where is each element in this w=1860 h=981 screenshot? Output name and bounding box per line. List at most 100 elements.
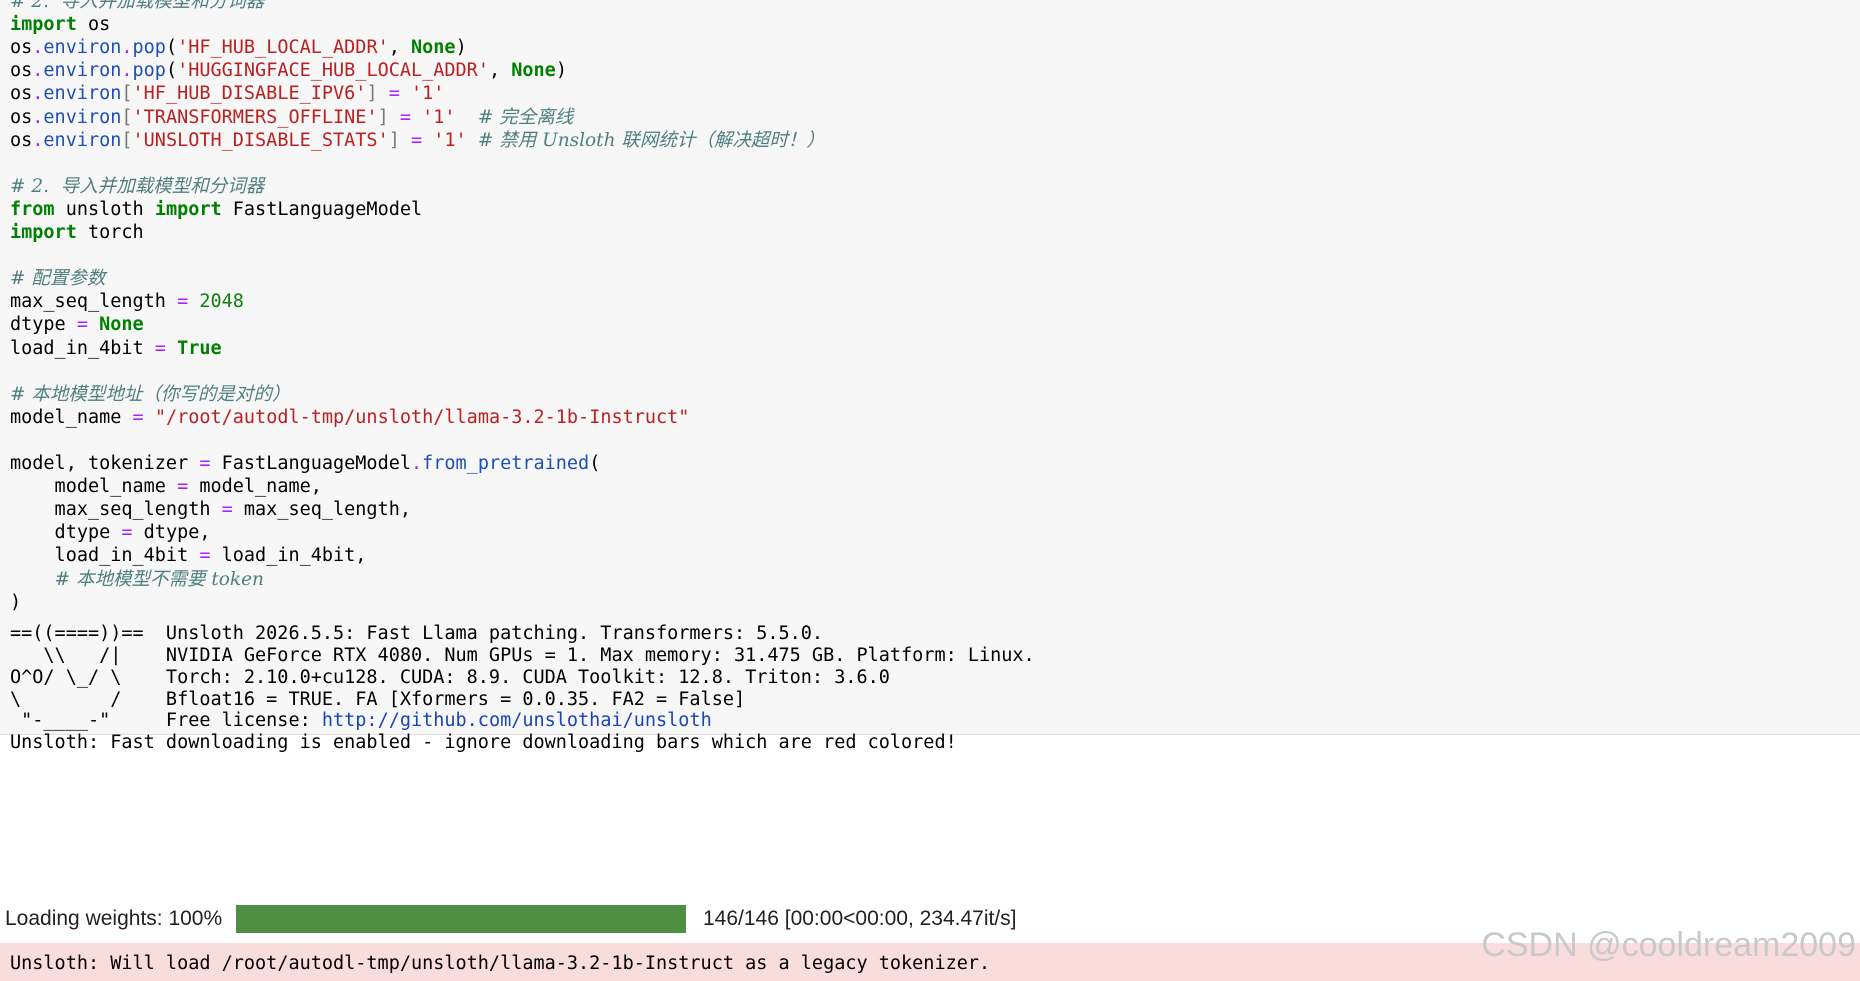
code-token: os [10, 60, 33, 82]
code-token: max_seq_length [10, 499, 222, 521]
code-token: FastLanguageModel [221, 198, 423, 220]
code-token: load_in_4bit, [210, 545, 367, 567]
code-token: = [132, 406, 144, 428]
code-token: = [399, 106, 411, 128]
code-token: import [10, 222, 77, 243]
code-token: environ [43, 60, 122, 82]
code-token: dtype, [132, 522, 211, 544]
code-line: ) [10, 589, 21, 616]
code-token: = [177, 476, 189, 498]
progress-bar [236, 905, 686, 933]
output-line: Unsloth: Fast downloading is enabled - i… [10, 732, 957, 753]
code-token: model, tokenizer [10, 453, 200, 474]
code-token: [ [121, 83, 133, 105]
code-token: environ [43, 129, 122, 151]
code-token: pop [132, 60, 166, 82]
code-token: = [177, 291, 189, 313]
code-token: 'TRANSFORMERS_OFFLINE' [132, 106, 378, 128]
code-line: # 本地模型不需要 token [10, 566, 264, 593]
code-token: . [121, 37, 133, 59]
progress-label: Loading weights: 100% [5, 907, 223, 930]
code-token: = [199, 545, 211, 567]
code-token: ] [366, 83, 378, 105]
code-token: os [76, 14, 111, 36]
code-token: pop [132, 37, 166, 59]
code-token: 'HF_HUB_DISABLE_IPV6' [132, 83, 367, 105]
code-token: max_seq_length [10, 291, 178, 313]
code-token: = [76, 314, 88, 336]
code-token: model_name, [188, 476, 322, 498]
code-token: import [154, 198, 222, 220]
code-comment: # 2. 导入并加载模型和分词器 [10, 175, 265, 197]
code-token: torch [76, 222, 144, 243]
code-token: from [10, 198, 55, 220]
code-token: = [411, 129, 423, 151]
code-token: ] [388, 129, 400, 151]
code-token: None [411, 37, 456, 59]
code-token: environ [43, 106, 122, 128]
code-token: = [199, 453, 211, 474]
code-token: os [10, 83, 33, 105]
code-line: load_in_4bit = True [10, 335, 222, 362]
code-token: max_seq_length, [232, 499, 411, 521]
code-token: "/root/autodl-tmp/unsloth/llama-3.2-1b-I… [154, 406, 690, 428]
code-token: load_in_4bit [10, 337, 155, 359]
code-token: FastLanguageModel [210, 453, 411, 474]
code-comment: # 本地模型不需要 token [54, 568, 264, 590]
code-token: '1' [411, 83, 445, 105]
code-token: , [388, 37, 411, 59]
code-token: ) [455, 37, 467, 59]
code-token: . [32, 129, 44, 151]
code-comment: # 完全离线 [477, 106, 574, 128]
code-token: . [32, 37, 44, 59]
code-token: dtype [10, 522, 122, 544]
code-token: os [10, 37, 33, 59]
code-comment: # 配置参数 [10, 268, 106, 290]
progress-bar-fill [236, 905, 686, 933]
code-token: dtype [10, 314, 77, 336]
code-token: [ [121, 106, 133, 128]
warning-text: Unsloth: Will load /root/autodl-tmp/unsl… [10, 953, 991, 974]
code-token: load_in_4bit [10, 545, 200, 567]
code-token: os [10, 129, 33, 151]
watermark: CSDN @cooldream2009 [1481, 926, 1856, 964]
code-token: [ [121, 129, 133, 151]
code-token: None [99, 314, 144, 336]
code-token: . [32, 106, 44, 128]
progress-stats: 146/146 [00:00<00:00, 234.47it/s] [703, 907, 1017, 930]
code-token: unsloth [54, 198, 155, 220]
code-token: 'UNSLOTH_DISABLE_STATS' [132, 129, 389, 151]
code-token: model_name [10, 406, 133, 428]
code-token: . [32, 83, 44, 105]
code-token: . [121, 60, 133, 82]
code-token: ] [377, 106, 389, 128]
code-token: ( [165, 37, 178, 59]
code-line: model_name = "/root/autodl-tmp/unsloth/l… [10, 404, 689, 431]
code-token: 'HF_HUB_LOCAL_ADDR' [177, 37, 389, 59]
code-token: 'HUGGINGFACE_HUB_LOCAL_ADDR' [177, 60, 489, 82]
code-token: from_pretrained [422, 453, 590, 474]
code-token: ( [165, 60, 178, 82]
license-link[interactable]: http://github.com/unslothai/unsloth [322, 710, 712, 731]
code-line: import torch [10, 219, 144, 246]
code-comment: # 本地模型地址（你写的是对的） [10, 383, 291, 405]
code-token: = [221, 499, 233, 521]
code-token: environ [43, 37, 122, 59]
code-token: os [10, 106, 33, 128]
code-token: import [10, 14, 77, 36]
code-token: . [32, 60, 44, 82]
code-token: = [154, 337, 166, 359]
code-token: = [388, 83, 400, 105]
code-token: '1' [433, 129, 467, 151]
